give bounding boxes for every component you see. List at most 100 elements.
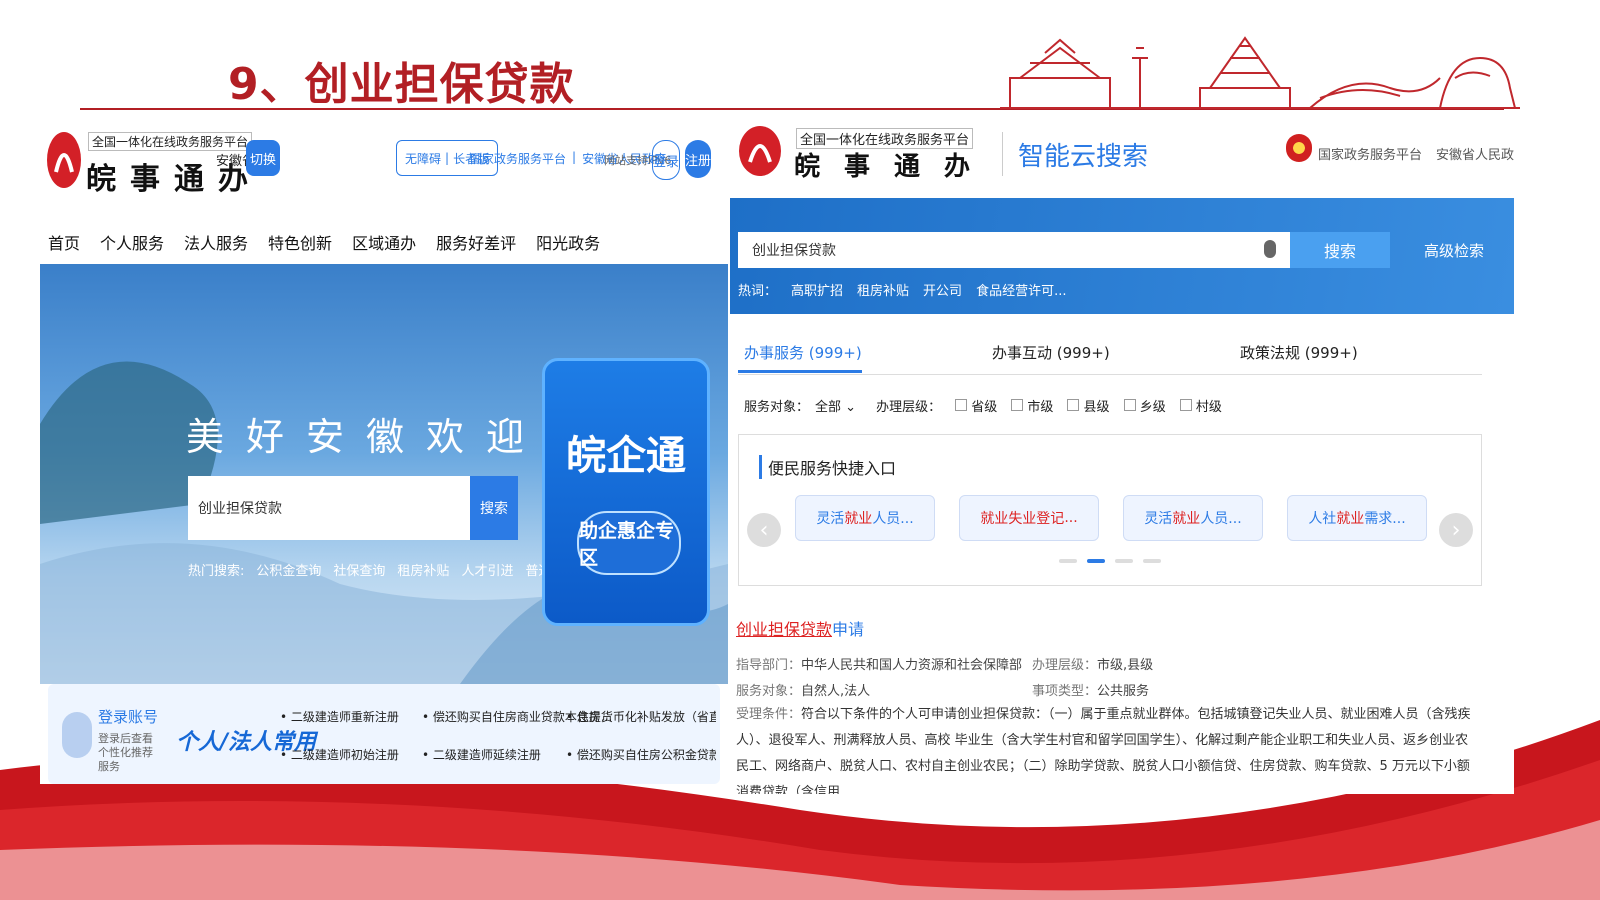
quick-link[interactable]: • 住房货币化补贴发放（省直驻肥...: [566, 708, 716, 725]
hot-search-item[interactable]: 人才引进: [461, 560, 513, 579]
meta-value: 市级,县级: [1097, 658, 1154, 673]
result-conditions: 受理条件：符合以下条件的个人可申请创业担保贷款：（一）属于重点就业群体。包括城镇…: [736, 702, 1480, 794]
filter-checkbox-township[interactable]: 乡级: [1116, 396, 1166, 415]
switch-region-button[interactable]: 切换: [246, 140, 280, 176]
quick-card[interactable]: 灵活 就业 人员...: [795, 495, 935, 541]
tab-policies[interactable]: 政策法规 (999+): [1240, 342, 1358, 363]
active-tab-indicator: [738, 370, 862, 373]
hot-search-item[interactable]: 租房补贴: [397, 560, 449, 579]
card-text-tail: 需求...: [1364, 511, 1406, 527]
nav-item-sunshine[interactable]: 阳光政务: [536, 230, 600, 254]
wanshitong-logo-icon: [739, 126, 781, 176]
smart-search-title: 智能云搜索: [1018, 142, 1149, 172]
platform-label: 全国一体化在线政务服务平台: [88, 132, 253, 151]
hero-banner: 美好安徽欢迎您 搜索 热门搜索: 公积金查询 社保查询 租房补贴 人才引进 普通…: [40, 264, 728, 684]
filter-level-option: 省级: [971, 400, 998, 415]
conditions-text: 符合以下条件的个人可申请创业担保贷款：（一）属于重点就业群体。包括城镇登记失业人…: [736, 707, 1471, 794]
quick-link[interactable]: • 二级建造师初始注册: [280, 746, 399, 763]
province-gov-link[interactable]: 安徽省人民政府: [1436, 144, 1514, 163]
home-search-input[interactable]: [188, 476, 470, 540]
nav-item-special[interactable]: 特色创新: [268, 230, 332, 254]
search-button[interactable]: 搜索: [1290, 232, 1390, 268]
meta-value: 公共服务: [1097, 684, 1150, 699]
card-text-red: 失业登记: [1008, 511, 1065, 527]
hot-search-label: 热门搜索:: [188, 564, 245, 579]
quick-card[interactable]: 就业 失业登记...: [959, 495, 1099, 541]
card-text-tail: ...: [1064, 510, 1078, 526]
home-search-button[interactable]: 搜索: [470, 476, 518, 540]
filter-level-option: 市级: [1027, 400, 1054, 415]
nav-item-personal[interactable]: 个人服务: [100, 230, 164, 254]
filter-checkbox-village[interactable]: 村级: [1172, 396, 1222, 415]
landmarks-illustration: [1000, 36, 1520, 109]
quick-link-label: 偿还购买自住房公积金贷款本息...: [576, 748, 716, 762]
meta-label: 指导部门：: [736, 658, 802, 673]
result-title-link[interactable]: 创业担保贷款申请: [736, 616, 864, 640]
result-title-rest: 申请: [832, 620, 865, 639]
hot-word[interactable]: 食品经营许可...: [976, 280, 1066, 299]
result-title-highlight: 创业担保贷款: [736, 620, 833, 639]
quick-entry-title: 便民服务快捷入口: [759, 455, 896, 479]
hot-search: 热门搜索: 公积金查询 社保查询 租房补贴 人才引进 普通话: [188, 560, 564, 579]
login-account-link[interactable]: 登录账号: [98, 706, 158, 727]
meta-label: 办理层级：: [1032, 658, 1098, 673]
nav-item-regional[interactable]: 区域通办: [352, 230, 416, 254]
card-text-red: 就业: [1172, 511, 1201, 527]
hot-search-item[interactable]: 公积金查询: [256, 560, 321, 579]
carousel-dot[interactable]: [1115, 559, 1133, 563]
card-text-red: 就业: [980, 511, 1009, 527]
carousel-dot[interactable]: [1059, 559, 1077, 563]
filter-checkbox-county[interactable]: 县级: [1059, 396, 1110, 415]
portal-homepage-screenshot: 全国一体化在线政务服务平台 皖事通办 安徽省 切换 无障碍 | 长者版 国家政务服…: [40, 118, 728, 784]
login-description: 登录后查看个性化推荐服务: [98, 732, 153, 773]
switch-label: 切换: [249, 152, 276, 168]
microphone-icon[interactable]: [1264, 240, 1276, 258]
result-type: 事项类型：公共服务: [1032, 680, 1149, 699]
quick-entry-panel: 便民服务快捷入口 ‹ 灵活 就业 人员... 就业 失业登记... 灵活 就业 人员...…: [738, 434, 1482, 586]
tab-services[interactable]: 办事服务 (999+): [744, 342, 862, 363]
result-target: 服务对象：自然人,法人: [736, 680, 870, 699]
carousel-dot[interactable]: [1143, 559, 1161, 563]
quick-card[interactable]: 灵活 就业 人员...: [1123, 495, 1263, 541]
hot-search-item[interactable]: 社保查询: [333, 560, 385, 579]
carousel-dot-active[interactable]: [1087, 559, 1105, 563]
carousel-prev-icon[interactable]: ‹: [747, 513, 781, 547]
quick-link[interactable]: • 二级建造师延续注册: [422, 746, 541, 763]
hot-word[interactable]: 租房补贴: [857, 280, 909, 299]
tab-interaction[interactable]: 办事互动 (999+): [992, 342, 1110, 363]
card-text-tail: 人员...: [1200, 511, 1242, 527]
filter-level-label: 办理层级：: [876, 400, 942, 415]
hot-word[interactable]: 高职扩招: [791, 280, 843, 299]
quick-link-label: 住房货币化补贴发放（省直驻肥...: [576, 710, 716, 724]
card-text-blue: 灵活: [816, 511, 845, 527]
quick-link[interactable]: • 偿还购买自住房公积金贷款本息...: [566, 746, 716, 763]
login-button[interactable]: 登录: [652, 140, 680, 180]
quick-link[interactable]: • 二级建造师重新注册: [280, 708, 399, 725]
result-level: 办理层级：市级,县级: [1032, 654, 1153, 673]
filter-checkbox-province[interactable]: 省级: [947, 396, 997, 415]
advanced-search-link[interactable]: 高级检索: [1424, 240, 1484, 261]
national-platform-link[interactable]: 国家政务服务平台: [470, 150, 566, 167]
filter-target-value: 全部: [815, 400, 842, 415]
accessibility-link[interactable]: 无障碍: [401, 150, 445, 167]
national-emblem-icon: [1286, 134, 1312, 162]
quick-link-label: 二级建造师重新注册: [290, 710, 399, 724]
card-text-red: 就业: [1336, 511, 1365, 527]
hot-word[interactable]: 开公司: [923, 280, 962, 299]
filter-checkbox-city[interactable]: 市级: [1003, 396, 1053, 415]
enterprise-zone-button[interactable]: 助企惠企专区: [577, 511, 681, 575]
search-input[interactable]: [738, 232, 1290, 268]
filter-level-option: 村级: [1195, 400, 1222, 415]
nav-item-home[interactable]: 首页: [48, 230, 80, 254]
carousel-next-icon[interactable]: ›: [1439, 513, 1473, 547]
quick-card[interactable]: 人社 就业 需求...: [1287, 495, 1427, 541]
wanshitong-logo-icon: [47, 132, 81, 188]
filter-target-select[interactable]: 全部 ⌄: [815, 396, 856, 415]
wanqitong-card[interactable]: 皖企通 助企惠企专区: [542, 358, 710, 626]
register-button[interactable]: 注册: [685, 140, 711, 178]
filter-target-label: 服务对象：: [744, 400, 810, 415]
meta-label: 服务对象：: [736, 684, 802, 699]
national-platform-link[interactable]: 国家政务服务平台: [1318, 144, 1422, 163]
nav-item-legal[interactable]: 法人服务: [184, 230, 248, 254]
nav-item-rating[interactable]: 服务好差评: [436, 230, 516, 254]
